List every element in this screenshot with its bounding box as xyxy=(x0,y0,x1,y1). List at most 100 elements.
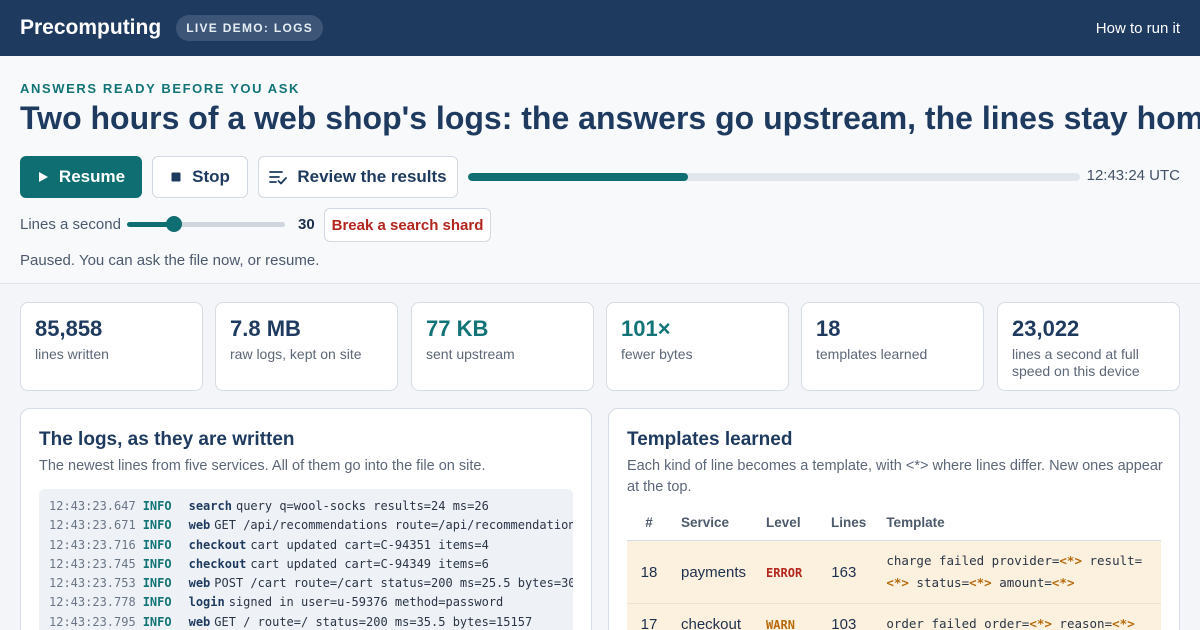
rate-value: 30 xyxy=(298,216,315,233)
log-timestamp: 12:43:23.716 xyxy=(49,537,136,552)
log-service: search xyxy=(188,499,232,513)
progress-fill xyxy=(468,173,689,181)
hero-section: ANSWERS READY BEFORE YOU ASK Two hours o… xyxy=(0,56,1200,284)
table-row[interactable]: 18 payments ERROR 163 charge failed provider… xyxy=(627,540,1161,604)
level-badge: ERROR xyxy=(766,565,803,580)
cell-level: WARN xyxy=(756,603,822,630)
log-level: INFO xyxy=(142,595,172,610)
stat-value: 18 xyxy=(816,316,841,341)
table-header-row: # Service Level Lines Template xyxy=(627,515,1161,541)
level-badge: WARN xyxy=(766,617,795,630)
log-stream[interactable]: 12:43:23.647 INFO search query q=wool-socks… xyxy=(39,489,573,630)
column-header-level: Level xyxy=(756,515,822,541)
log-timestamp: 12:43:23.753 xyxy=(49,576,136,591)
log-line: 12:43:23.795 INFO web GET / route=/ status=… xyxy=(49,613,563,630)
stat-label: lines written xyxy=(35,346,109,362)
log-timestamp: 12:43:23.795 xyxy=(49,614,136,629)
template-literal: charge failed provider= xyxy=(886,553,1060,568)
resume-button[interactable]: Resume xyxy=(20,156,142,198)
log-service: checkout xyxy=(188,556,247,571)
cell-template: charge failed provider=<*> result=<*> st… xyxy=(876,540,1161,604)
live-demo-badge: LIVE DEMO: LOGS xyxy=(176,15,324,41)
template-literal: result= xyxy=(1081,553,1143,568)
top-bar: Precomputing LIVE DEMO: LOGS How to run … xyxy=(0,0,1200,56)
stat-value: 85,858 xyxy=(35,316,103,341)
logs-panel: The logs, as they are written The newest… xyxy=(20,408,592,630)
logs-panel-subtitle: The newest lines from five services. All… xyxy=(39,458,486,474)
log-message: cart updated cart=C-94349 items=6 xyxy=(250,556,489,571)
log-timestamp: 12:43:23.647 xyxy=(49,499,136,513)
template-wildcard: <*> xyxy=(1029,616,1052,630)
page-title: Two hours of a web shop's logs: the answ… xyxy=(20,100,1200,136)
log-message: POST /cart route=/cart status=200 ms=25.… xyxy=(214,576,573,591)
template-text: order failed order=<*> reason=<*> xyxy=(886,613,1151,630)
status-text: Paused. You can ask the file now, or res… xyxy=(20,252,320,269)
log-message: signed in user=u-59376 method=password xyxy=(228,595,504,610)
log-service: web xyxy=(188,518,211,533)
cell-level: ERROR xyxy=(756,540,822,604)
log-service: web xyxy=(188,576,211,591)
template-wildcard: <*> xyxy=(1059,553,1082,568)
templates-table: # Service Level Lines Template 18 payment… xyxy=(627,515,1161,630)
log-level: INFO xyxy=(142,576,172,591)
log-line: 12:43:23.647 INFO search query q=wool-socks… xyxy=(49,497,563,516)
log-message: GET /api/recommendations route=/api/reco… xyxy=(214,518,573,533)
log-level: INFO xyxy=(142,556,172,571)
play-icon xyxy=(37,171,49,183)
stat-label: raw logs, kept on site xyxy=(230,346,362,362)
hero-eyebrow: ANSWERS READY BEFORE YOU ASK xyxy=(20,81,301,96)
brand-name: Precomputing xyxy=(20,16,162,39)
column-header-lines: Lines xyxy=(821,515,877,541)
log-level: INFO xyxy=(142,499,172,513)
clock-readout: 12:43:24 UTC xyxy=(1086,167,1180,184)
rate-slider[interactable] xyxy=(127,216,285,234)
log-line: 12:43:23.753 INFO web POST /cart route=/car… xyxy=(49,574,573,593)
cell-template: order failed order=<*> reason=<*> xyxy=(876,603,1161,630)
template-literal: reason= xyxy=(1051,616,1113,630)
rate-label: Lines a second xyxy=(20,216,121,233)
table-row[interactable]: 17 checkout WARN 103 order failed order=<*> … xyxy=(627,603,1161,630)
log-level: INFO xyxy=(142,537,172,552)
cell-number: 18 xyxy=(627,540,671,604)
stat-card-sent-upstream: 77 KB sent upstream xyxy=(411,302,594,391)
template-text: charge failed provider=<*> result=<*> st… xyxy=(886,550,1151,594)
cell-lines: 163 xyxy=(821,540,877,604)
template-literal: order failed order= xyxy=(886,616,1030,630)
log-level: INFO xyxy=(142,518,172,533)
checklist-icon xyxy=(269,169,288,185)
stat-card-fewer-bytes: 101× fewer bytes xyxy=(606,302,789,391)
stat-card-templates-learned: 18 templates learned xyxy=(801,302,984,391)
cell-service: checkout xyxy=(671,603,757,630)
log-line: 12:43:23.716 INFO checkout cart updated car… xyxy=(49,536,563,555)
log-timestamp: 12:43:23.745 xyxy=(49,556,136,571)
log-timestamp: 12:43:23.671 xyxy=(49,518,136,533)
how-to-run-link[interactable]: How to run it xyxy=(1096,20,1180,37)
templates-panel-title: Templates learned xyxy=(627,429,793,450)
template-wildcard: <*> xyxy=(886,575,909,590)
log-service: web xyxy=(188,614,211,629)
templates-panel-subtitle: Each kind of line becomes a template, wi… xyxy=(627,458,1163,495)
log-timestamp: 12:43:23.778 xyxy=(49,595,136,610)
templates-panel: Templates learned Each kind of line beco… xyxy=(608,408,1180,630)
break-search-shard-button[interactable]: Break a search shard xyxy=(324,208,491,242)
stat-label: sent upstream xyxy=(426,346,515,362)
log-message: query q=wool-socks results=24 ms=26 xyxy=(235,499,489,513)
log-service: checkout xyxy=(188,537,247,552)
stat-label: fewer bytes xyxy=(621,346,693,362)
stop-button[interactable]: Stop xyxy=(152,156,248,198)
log-service: login xyxy=(188,595,225,610)
cell-lines: 103 xyxy=(821,603,877,630)
templates-table-body: 18 payments ERROR 163 charge failed provider… xyxy=(627,540,1161,630)
stop-icon xyxy=(170,171,182,183)
progress-bar xyxy=(468,173,1080,181)
stat-value: 101× xyxy=(621,316,671,341)
slider-handle[interactable] xyxy=(166,216,183,232)
cell-number: 17 xyxy=(627,603,671,630)
log-message: cart updated cart=C-94351 items=4 xyxy=(250,537,489,552)
review-results-button[interactable]: Review the results xyxy=(258,156,458,198)
stat-value: 23,022 xyxy=(1012,316,1080,341)
template-wildcard: <*> xyxy=(1051,575,1075,590)
stat-value: 7.8 MB xyxy=(230,316,301,341)
stat-card-lines-written: 85,858 lines written xyxy=(20,302,203,391)
logs-panel-title: The logs, as they are written xyxy=(39,429,295,450)
